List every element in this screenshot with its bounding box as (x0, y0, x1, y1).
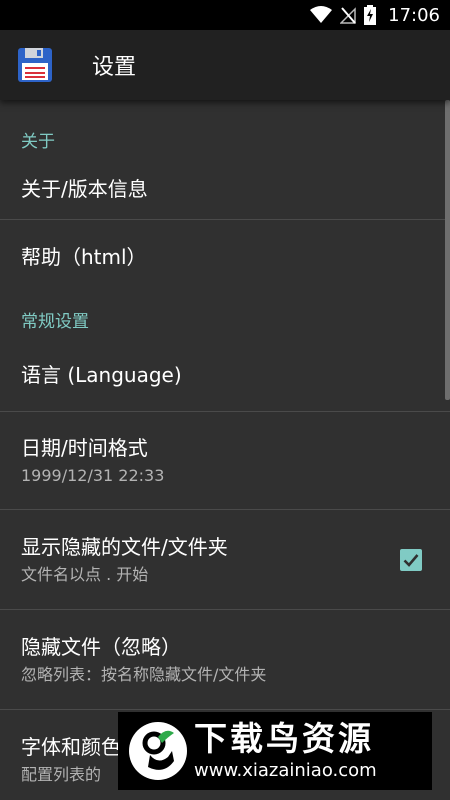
pref-title: 隐藏文件（忽略） (21, 634, 181, 659)
battery-charging-icon (364, 5, 377, 25)
watermark-url: www.xiazainiao.com (194, 760, 377, 781)
bird-logo-icon (128, 721, 188, 781)
watermark-banner: 下载鸟资源 www.xiazainiao.com (118, 712, 432, 790)
status-time: 17:06 (388, 4, 440, 26)
checkmark-icon (403, 553, 419, 567)
watermark-text: 下载鸟资源 www.xiazainiao.com (194, 720, 377, 782)
floppy-disk-icon (17, 47, 53, 83)
settings-list[interactable]: 关于 关于/版本信息 帮助（html） 常规设置 语言 (Language) 日… (0, 100, 450, 800)
wifi-icon (310, 6, 333, 24)
category-general-header: 常规设置 (21, 312, 89, 332)
pref-hide-files[interactable]: 隐藏文件（忽略） 忽略列表：按名称隐藏文件/文件夹 (0, 610, 450, 710)
no-signal-icon (340, 6, 356, 24)
pref-title: 关于/版本信息 (21, 176, 148, 201)
pref-summary: 1999/12/31 22:33 (21, 465, 165, 485)
pref-show-hidden-files[interactable]: 显示隐藏的文件/文件夹 文件名以点 . 开始 (0, 510, 450, 610)
pref-summary: 忽略列表：按名称隐藏文件/文件夹 (21, 664, 267, 684)
watermark-title: 下载鸟资源 (194, 719, 374, 758)
pref-summary: 文件名以点 . 开始 (21, 564, 149, 584)
app-bar: 设置 (0, 30, 450, 100)
pref-help[interactable]: 帮助（html） (0, 220, 450, 294)
pref-title: 日期/时间格式 (21, 435, 148, 460)
pref-title: 语言 (Language) (21, 362, 182, 387)
pref-title: 显示隐藏的文件/文件夹 (21, 534, 228, 559)
scrollbar[interactable] (445, 100, 450, 400)
pref-about-version[interactable]: 关于/版本信息 (0, 158, 450, 220)
category-about-header: 关于 (21, 132, 55, 152)
show-hidden-checkbox[interactable] (400, 548, 422, 571)
pref-datetime-format[interactable]: 日期/时间格式 1999/12/31 22:33 (0, 412, 450, 510)
pref-language[interactable]: 语言 (Language) (0, 338, 450, 412)
status-bar: 17:06 (0, 0, 450, 30)
page-title: 设置 (92, 55, 137, 80)
pref-title: 帮助（html） (21, 245, 147, 269)
